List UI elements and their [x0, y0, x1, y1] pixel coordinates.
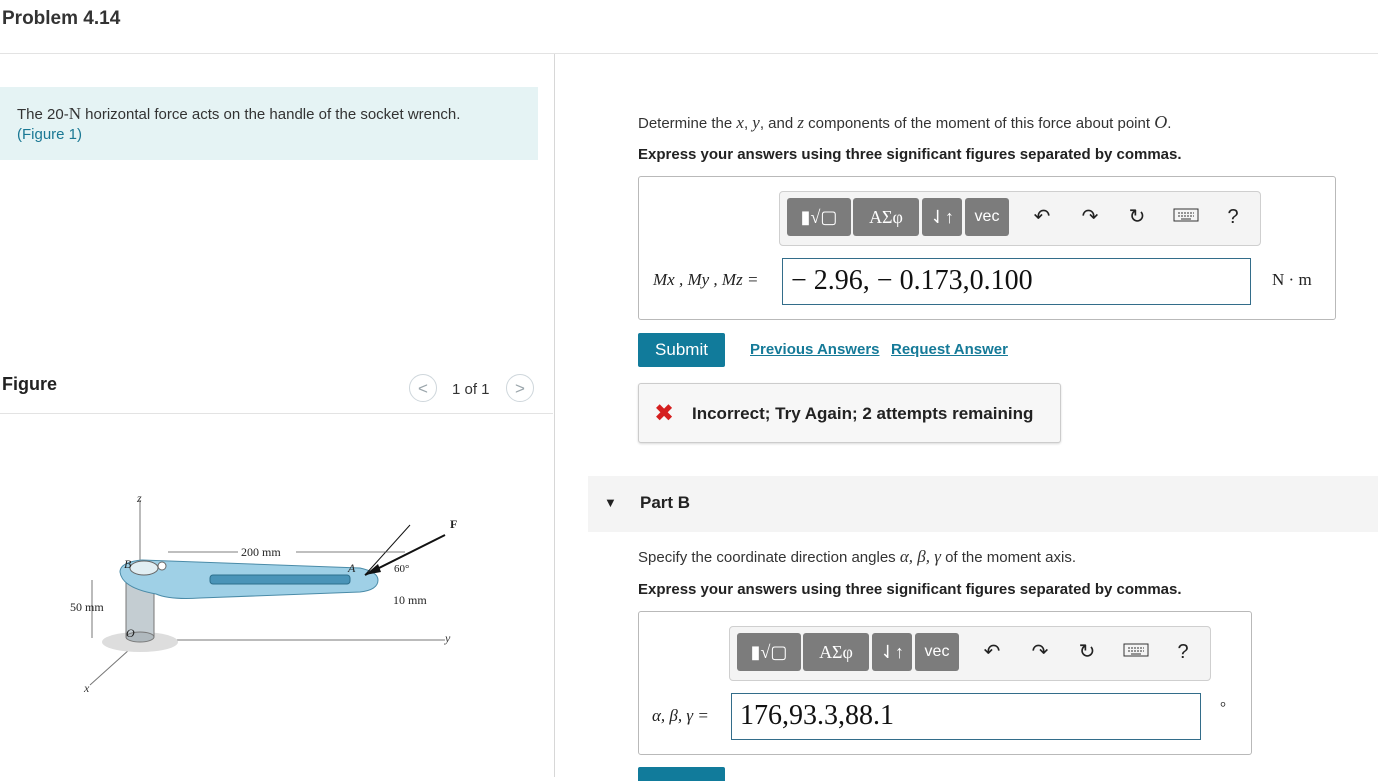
- part-b-question-post: of the moment axis.: [940, 549, 1076, 566]
- socket-wrench-figure: z y x F A B O 60° 200 mm 50 mm 10 mm: [70, 491, 457, 695]
- part-b-title[interactable]: Part B: [640, 493, 690, 513]
- dim-200mm-label: 200 mm: [241, 545, 281, 559]
- templates-icon: ▮√▢: [750, 642, 788, 662]
- part-a-math-toolbar: ▮√▢ ΑΣφ ⇃↑ vec ↶ ↷ ↻ ?: [779, 191, 1261, 246]
- vec-button[interactable]: vec: [965, 198, 1009, 236]
- part-a-answer-label: Mx , My , Mz =: [653, 270, 759, 289]
- incorrect-icon: ✖: [654, 400, 675, 427]
- intro-text-post: horizontal force acts on the handle of t…: [80, 106, 461, 123]
- problem-intro-text: The 20-N horizontal force acts on the ha…: [17, 104, 527, 145]
- prev-figure-button[interactable]: <: [409, 374, 437, 402]
- figure-divider: [0, 413, 553, 414]
- header-divider: [0, 53, 1378, 54]
- var-x: x: [736, 113, 744, 132]
- templates-icon: ▮√▢: [800, 207, 838, 227]
- var-z: z: [797, 113, 804, 132]
- help-icon[interactable]: ?: [1172, 641, 1194, 663]
- axis-z-label: z: [136, 491, 142, 505]
- part-b-header[interactable]: [588, 476, 1378, 532]
- arrows-button[interactable]: ⇃↑: [872, 633, 912, 671]
- greek-icon: ΑΣφ: [819, 642, 853, 662]
- part-a-question-pre: Determine the: [638, 115, 737, 132]
- intro-unit: N: [68, 104, 81, 123]
- part-a-question: Determine the x, y, and z components of …: [638, 112, 1171, 133]
- greek-button[interactable]: ΑΣφ: [853, 198, 919, 236]
- help-symbol: ?: [1177, 641, 1189, 663]
- redo-icon[interactable]: ↷: [1079, 206, 1101, 228]
- var-y: y: [752, 113, 760, 132]
- figure-pager-label: 1 of 1: [452, 381, 490, 398]
- part-a-answer-input[interactable]: − 2.96, − 0.173,0.100: [782, 258, 1251, 305]
- templates-button[interactable]: ▮√▢: [737, 633, 801, 671]
- point-O: O: [1154, 112, 1168, 132]
- force-F-label: F: [450, 517, 457, 531]
- axis-y-label: y: [444, 631, 451, 645]
- intro-text-pre: The 20-: [17, 106, 69, 123]
- dim-10mm-label: 10 mm: [393, 593, 427, 607]
- feedback-text: Incorrect; Try Again; 2 attempts remaini…: [692, 404, 1034, 423]
- part-b-unit: °: [1220, 700, 1226, 716]
- next-figure-button[interactable]: >: [506, 374, 534, 402]
- vec-button[interactable]: vec: [915, 633, 959, 671]
- axis-x-label: x: [83, 681, 90, 695]
- chevron-left-icon: <: [418, 379, 428, 398]
- request-answer-link[interactable]: Request Answer: [891, 341, 1008, 358]
- previous-answers-link[interactable]: Previous Answers: [750, 341, 880, 358]
- column-divider: [554, 54, 555, 777]
- part-a-period: .: [1167, 115, 1172, 132]
- greek-icon: ΑΣφ: [869, 207, 903, 227]
- arrows-icon: ⇃↑: [879, 642, 905, 662]
- reset-icon[interactable]: ↻: [1126, 206, 1148, 228]
- part-a-question-post: components of the moment of this force a…: [803, 115, 1155, 132]
- reset-icon[interactable]: ↻: [1076, 641, 1098, 663]
- undo-icon[interactable]: ↶: [981, 641, 1003, 663]
- chevron-right-icon: >: [515, 379, 525, 398]
- figure-link[interactable]: (Figure 1): [17, 126, 82, 143]
- arrows-button[interactable]: ⇃↑: [922, 198, 962, 236]
- vec-label: vec: [974, 208, 1000, 225]
- arrows-icon: ⇃↑: [929, 207, 955, 227]
- point-A-label: A: [347, 561, 356, 575]
- part-b-instruction: Express your answers using three signifi…: [638, 581, 1182, 598]
- angle-60-label: 60°: [394, 563, 409, 575]
- vec-label: vec: [924, 643, 950, 660]
- part-b-answer-label: α, β, γ =: [652, 706, 709, 725]
- part-b-math-toolbar: ▮√▢ ΑΣφ ⇃↑ vec ↶ ↷ ↻ ?: [729, 626, 1211, 681]
- submit-button[interactable]: Submit: [638, 333, 725, 367]
- part-a-sep2: , and: [759, 115, 798, 132]
- part-b-question: Specify the coordinate direction angles …: [638, 547, 1076, 567]
- undo-icon[interactable]: ↶: [1031, 206, 1053, 228]
- figure-title: Figure: [2, 374, 58, 394]
- templates-button[interactable]: ▮√▢: [787, 198, 851, 236]
- part-b-submit-button[interactable]: [638, 767, 725, 781]
- help-icon[interactable]: ?: [1222, 206, 1244, 228]
- keyboard-icon[interactable]: [1173, 206, 1199, 228]
- redo-icon[interactable]: ↷: [1029, 641, 1051, 663]
- part-a-unit: N · m: [1272, 270, 1312, 289]
- dim-50mm-label: 50 mm: [70, 600, 104, 614]
- part-b-question-pre: Specify the coordinate direction angles: [638, 549, 900, 566]
- part-a-instruction: Express your answers using three signifi…: [638, 146, 1182, 163]
- point-O-label: O: [126, 626, 135, 640]
- greek-button[interactable]: ΑΣφ: [803, 633, 869, 671]
- help-symbol: ?: [1227, 206, 1239, 228]
- caret-down-icon[interactable]: ▼: [604, 495, 617, 510]
- point-B-label: B: [124, 557, 132, 571]
- part-b-angles: α, β, γ: [899, 547, 941, 566]
- page-title: Problem 4.14: [2, 8, 121, 29]
- part-b-answer-input[interactable]: 176,93.3,88.1: [731, 693, 1201, 740]
- keyboard-icon[interactable]: [1123, 641, 1149, 663]
